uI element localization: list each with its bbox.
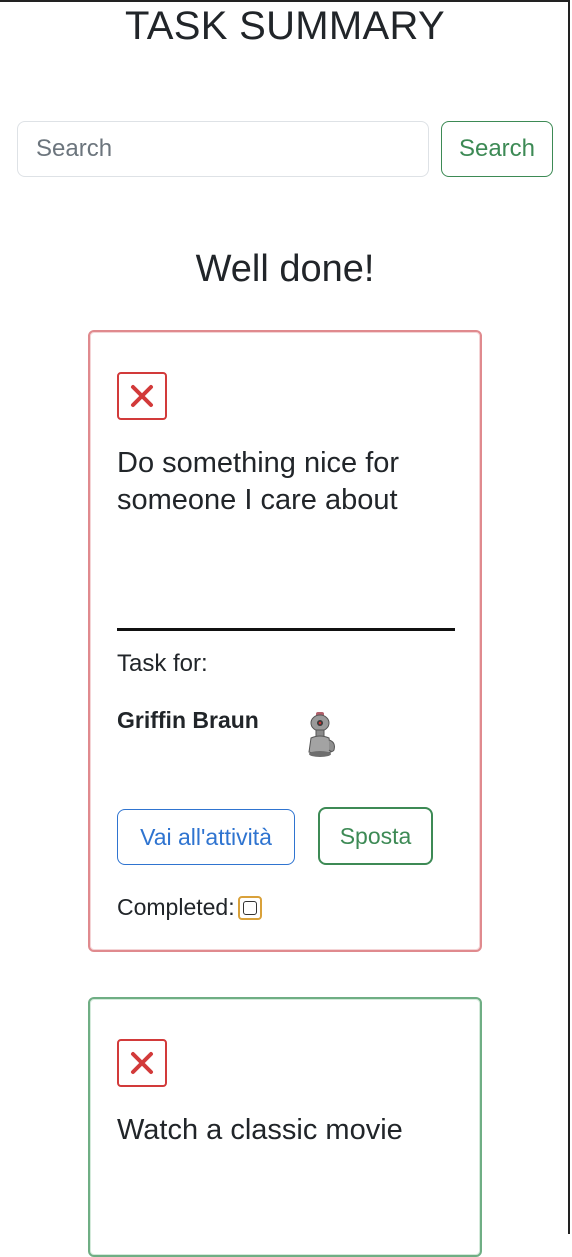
delete-task-button[interactable] (117, 372, 167, 420)
task-for-label: Task for: (117, 650, 208, 677)
search-bar: Search (17, 121, 553, 177)
robot-avatar (308, 712, 335, 757)
close-icon (131, 1052, 153, 1074)
section-heading: Well done! (195, 248, 375, 290)
completed-row: Completed: (117, 894, 262, 921)
task-title: Watch a classic movie (117, 1114, 403, 1146)
completed-label: Completed: (117, 894, 235, 920)
task-card: Do something nice for someone I care abo… (88, 330, 482, 952)
checkbox-box (242, 900, 257, 915)
delete-task-button[interactable] (117, 1039, 167, 1087)
goto-task-button[interactable]: Vai all'attività (117, 809, 295, 865)
task-title: Do something nice for someone I care abo… (117, 447, 400, 516)
page-title: TASK SUMMARY (125, 4, 445, 48)
card-divider (117, 628, 455, 631)
assignee-name: Griffin Braun (117, 707, 259, 733)
completed-checkbox[interactable] (237, 895, 262, 920)
task-card: Watch a classic movie (88, 997, 482, 1257)
close-icon (131, 385, 153, 407)
search-button[interactable]: Search (441, 121, 553, 177)
search-input[interactable] (17, 121, 429, 177)
move-task-button[interactable]: Sposta (318, 807, 433, 865)
